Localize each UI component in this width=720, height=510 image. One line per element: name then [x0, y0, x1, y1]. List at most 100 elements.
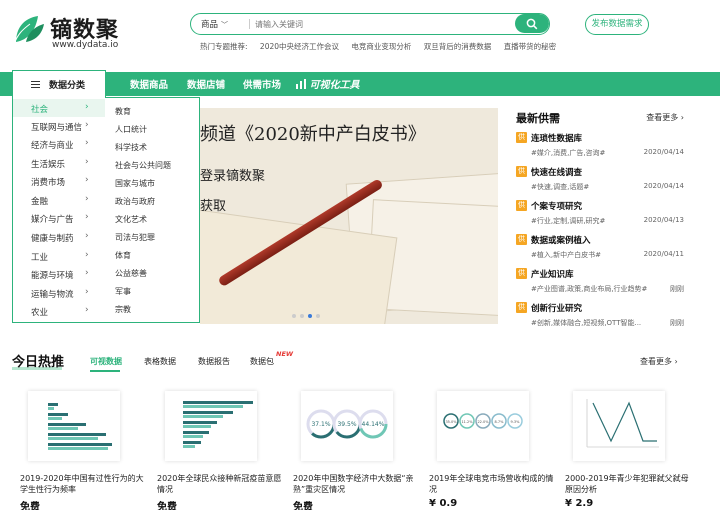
chevron-right-icon: › — [85, 102, 89, 112]
chevron-right-icon: › — [85, 120, 89, 130]
subcategory-link[interactable]: 人口统计 — [115, 124, 147, 135]
card-price: 免费 — [293, 502, 313, 510]
active-tab-underline — [90, 370, 120, 372]
nav-category-toggle[interactable]: 数据分类 — [12, 70, 106, 98]
banner-subtitle: 登录镝数聚 — [200, 169, 266, 184]
supply-item[interactable]: 供 个案专项研究 #行业,定制,调研,研究# 2020/04/13 — [516, 200, 684, 234]
circle-label: 39.5% — [337, 421, 356, 428]
card-thumbnail: 35.0% 11.2% 22.0% 8.7% 9.3% — [437, 391, 529, 461]
supply-item-title: 数据或案例植入 — [531, 236, 591, 246]
supply-more-link[interactable]: 查看更多 › — [646, 112, 684, 123]
main-nav — [0, 72, 720, 96]
chevron-right-icon: › — [85, 287, 89, 297]
supply-item-title: 连琐性数据库 — [531, 134, 583, 144]
supply-item[interactable]: 供 创新行业研究 #创新,媒体融合,短视频,OTT智能... 刚刚 — [516, 302, 684, 336]
small-donut-thumbnail: 35.0% 11.2% 22.0% 8.7% 9.3% — [443, 413, 523, 429]
carousel-dot[interactable] — [308, 314, 312, 318]
category-item[interactable]: 健康与制药 › — [13, 228, 105, 246]
hot-topic-link[interactable]: 双旦背后的消费数据 — [424, 42, 492, 51]
category-item[interactable]: 农业 › — [13, 302, 105, 320]
nav-data-products[interactable]: 数据商品 — [130, 77, 168, 91]
bar-chart-thumbnail — [183, 401, 253, 448]
subcategory-link[interactable]: 宗教 — [115, 304, 131, 315]
category-item[interactable]: 能源与环境 › — [13, 265, 105, 283]
nav-data-stores[interactable]: 数据店铺 — [187, 77, 225, 91]
carousel-dot[interactable] — [300, 314, 304, 318]
menu-icon — [31, 81, 40, 88]
subcategory-link[interactable]: 体育 — [115, 250, 131, 261]
chevron-right-icon: › — [85, 194, 89, 204]
category-item[interactable]: 消费市场 › — [13, 172, 105, 190]
publish-demand-button[interactable]: 发布数据需求 — [585, 14, 649, 35]
promo-banner[interactable]: 频道《2020新中产白皮书》 登录镝数聚 获取 — [200, 108, 498, 324]
card-title: 2000-2019年青少年犯罪弑父弑母原因分析 — [565, 474, 689, 494]
supply-item-tags: #创新,媒体融合,短视频,OTT智能... — [531, 319, 642, 327]
category-label: 农业 — [31, 308, 49, 318]
supply-item-date: 2020/04/14 — [643, 148, 684, 156]
search-button[interactable] — [515, 14, 549, 33]
category-item[interactable]: 金融 › — [13, 191, 105, 209]
subcategory-link[interactable]: 政治与政府 — [115, 196, 155, 207]
search-input[interactable] — [255, 17, 455, 31]
card-price: 免费 — [157, 502, 177, 510]
subcategory-link[interactable]: 教育 — [115, 106, 131, 117]
category-item[interactable]: 媒介与广告 › — [13, 209, 105, 227]
supply-badge: 供 — [516, 166, 527, 177]
card-price: ¥ 2.9 — [565, 498, 594, 509]
category-label: 工业 — [31, 253, 49, 263]
card-title: 2020年中国数字经济中大数据“亲熟”重灾区情况 — [293, 474, 414, 494]
category-item[interactable]: 运输与物流 › — [13, 284, 105, 302]
supply-badge: 供 — [516, 200, 527, 211]
leaf-logo-icon — [13, 16, 44, 45]
category-item[interactable]: 社会 › — [13, 99, 105, 117]
hot-topic-link[interactable]: 直播带货的秘密 — [504, 42, 557, 51]
chevron-right-icon: › — [85, 250, 89, 260]
card-thumbnail — [573, 391, 665, 461]
supply-item[interactable]: 供 数据或案例植入 #植入,新中产白皮书# 2020/04/11 — [516, 234, 684, 268]
category-item[interactable]: 经济与商业 › — [13, 135, 105, 153]
circle-label: 11.2% — [461, 420, 473, 424]
subcategory-link[interactable]: 社会与公共问题 — [115, 160, 171, 171]
carousel-dot[interactable] — [316, 314, 320, 318]
supply-item-tags: #行业,定制,调研,研究# — [531, 217, 606, 225]
category-item[interactable]: 生活娱乐 › — [13, 154, 105, 172]
subcategory-link[interactable]: 科学技术 — [115, 142, 147, 153]
tab-data-report[interactable]: 数据报告 — [198, 356, 230, 367]
subcategory-link[interactable]: 文化艺术 — [115, 214, 147, 225]
subcategory-link[interactable]: 军事 — [115, 286, 131, 297]
nav-supply-market[interactable]: 供需市场 — [243, 77, 281, 91]
supply-item-title: 个案专项研究 — [531, 202, 583, 212]
card-title: 2019年全球电竞市场营收构成的情况 — [429, 474, 554, 494]
category-label: 互联网与通信 — [31, 123, 83, 133]
donut-thumbnail: 37.1% 39.5% 44.14% — [306, 409, 388, 439]
supply-item[interactable]: 供 连琐性数据库 #媒介,消费,广告,咨询# 2020/04/14 — [516, 132, 684, 166]
supply-item-title: 创新行业研究 — [531, 304, 583, 314]
tab-visual-data[interactable]: 可视数据 — [90, 356, 122, 367]
site-logo[interactable]: 镝数聚 www.dydata.io — [12, 10, 152, 50]
card-thumbnail — [165, 391, 257, 461]
supply-item[interactable]: 供 产业知识库 #产业图谱,政策,商业布局,行业趋势# 刚刚 — [516, 268, 684, 302]
card-title: 2020年全球民众接种新冠疫苗意愿情况 — [157, 474, 282, 494]
chevron-right-icon: › — [85, 305, 89, 315]
subcategory-link[interactable]: 司法与犯罪 — [115, 232, 155, 243]
hot-topic-link[interactable]: 2020中央经济工作会议 — [260, 42, 339, 51]
hot-topics: 热门专题推荐: 2020中央经济工作会议 电竞商业变现分析 双旦背后的消费数据 … — [200, 41, 566, 52]
chevron-right-icon: › — [85, 138, 89, 148]
carousel-dot[interactable] — [292, 314, 296, 318]
supply-item-date: 2020/04/13 — [643, 216, 684, 224]
subcategory-link[interactable]: 国家与城市 — [115, 178, 155, 189]
category-label: 媒介与广告 — [31, 215, 74, 225]
category-item[interactable]: 互联网与通信 › — [13, 117, 105, 135]
tab-data-package[interactable]: 数据包 — [250, 356, 274, 367]
category-label: 能源与环境 — [31, 271, 74, 281]
search-category-select[interactable]: 商品 ﹀ — [201, 18, 228, 30]
subcategory-link[interactable]: 公益慈善 — [115, 268, 147, 279]
hot-topic-link[interactable]: 电竞商业变现分析 — [351, 42, 411, 51]
nav-viz-tool[interactable]: 可视化工具 — [296, 76, 359, 91]
supply-item[interactable]: 供 快速在线调查 #快速,调查,话题# 2020/04/14 — [516, 166, 684, 200]
tab-table-data[interactable]: 表格数据 — [144, 356, 176, 367]
supply-title: 最新供需 — [516, 112, 560, 125]
hot-more-link[interactable]: 查看更多 › — [640, 356, 678, 367]
category-item[interactable]: 工业 › — [13, 247, 105, 265]
supply-item-date: 2020/04/14 — [643, 182, 684, 190]
